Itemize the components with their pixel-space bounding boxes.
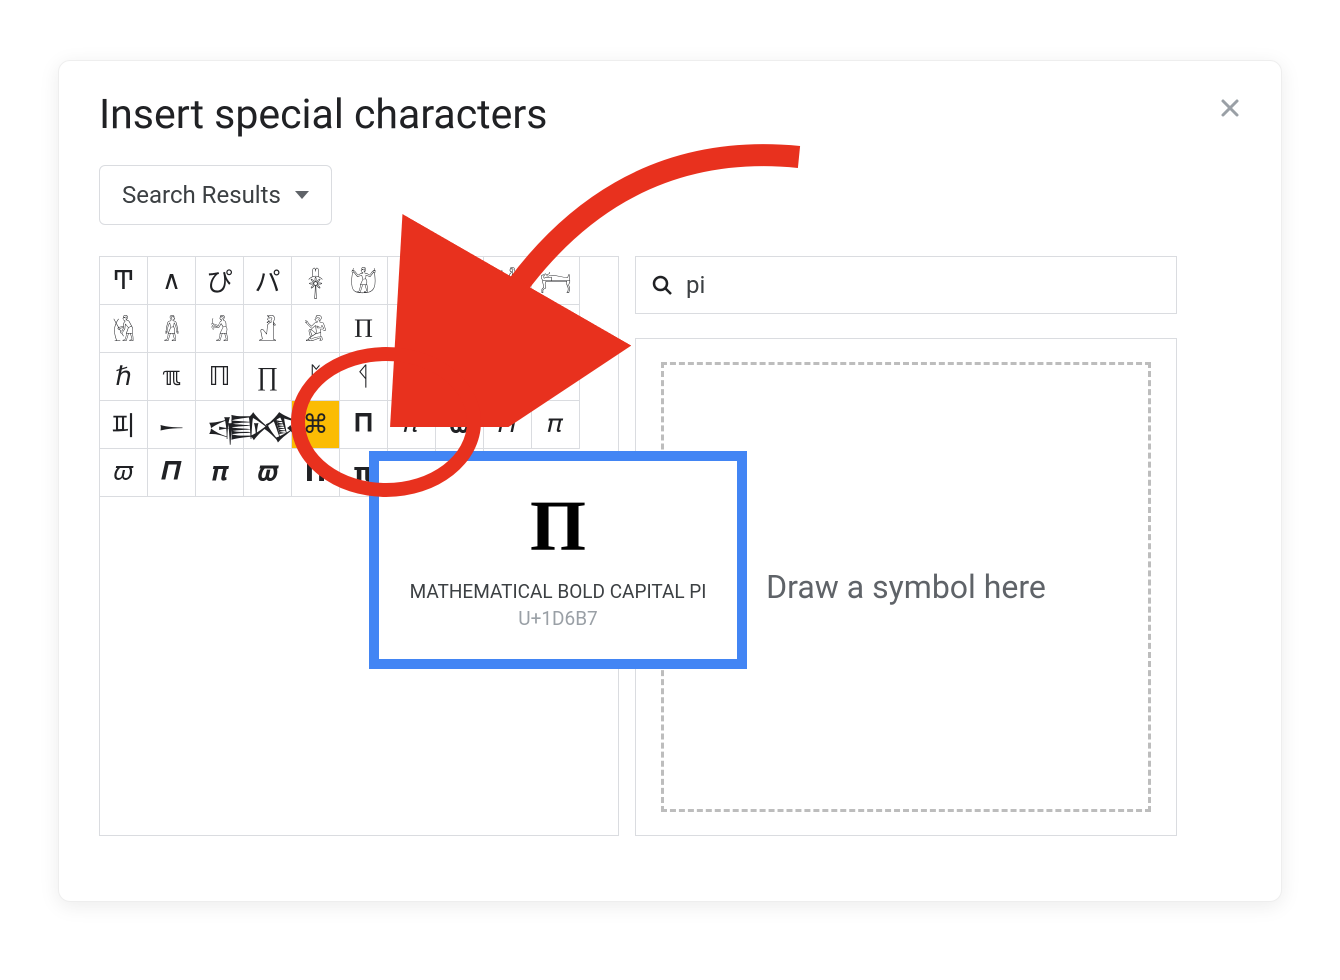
tooltip-glyph: Π (530, 490, 586, 562)
character-cell[interactable]: 𝜛 (100, 449, 148, 497)
character-cell[interactable]: 𝛡 (436, 401, 484, 449)
character-cell[interactable]: ▶ (484, 353, 532, 401)
character-cell[interactable]: ℿ (196, 353, 244, 401)
character-cell[interactable]: 𝜫 (148, 449, 196, 497)
character-cell[interactable]: 𝝅 (196, 449, 244, 497)
character-cell[interactable]: 𓋈 (292, 257, 340, 305)
character-cell[interactable]: ℼ (148, 353, 196, 401)
character-cell[interactable]: 𝝕 (244, 449, 292, 497)
character-cell[interactable]: パ (244, 257, 292, 305)
character-cell[interactable]: ℏ (100, 353, 148, 401)
character-cell[interactable]: Ͳ (100, 257, 148, 305)
character-cell[interactable]: 𓁆 (148, 305, 196, 353)
character-cell[interactable]: ᛈ (292, 353, 340, 401)
character-cell[interactable]: π (388, 305, 436, 353)
character-cell[interactable]: 𝛱 (484, 401, 532, 449)
character-cell[interactable]: ϖ (436, 305, 484, 353)
character-cell[interactable]: Π (340, 305, 388, 353)
close-button[interactable] (1213, 91, 1247, 125)
character-cell[interactable]: ⌘ (292, 401, 340, 449)
character-cell[interactable]: 𓀂 (292, 305, 340, 353)
search-icon (650, 273, 674, 297)
draw-placeholder: Draw a symbol here (766, 568, 1046, 606)
tooltip-name: MATHEMATICAL BOLD CAPITAL PI (410, 580, 707, 603)
character-cell[interactable]: ᛄ (436, 353, 484, 401)
tooltip-codepoint: U+1D6B7 (518, 607, 597, 630)
character-cell[interactable]: 𓁃 (100, 305, 148, 353)
character-cell[interactable]: 𓀼 (484, 257, 532, 305)
character-cell[interactable]: ∏ (244, 353, 292, 401)
category-dropdown[interactable]: Search Results (99, 165, 332, 225)
character-cell[interactable]: ぴ (196, 257, 244, 305)
special-characters-dialog: Insert special characters Search Results… (58, 60, 1282, 902)
character-cell[interactable]: 𓀭 (436, 257, 484, 305)
character-cell[interactable]: 𒁃 (244, 401, 292, 449)
character-cell[interactable]: 𝜋 (532, 401, 580, 449)
search-input[interactable] (684, 270, 1162, 300)
character-tooltip: Π MATHEMATICAL BOLD CAPITAL PI U+1D6B7 (369, 451, 747, 669)
character-cell[interactable]: 𒀸 (148, 401, 196, 449)
search-box[interactable] (635, 256, 1177, 314)
character-cell[interactable]: п (532, 305, 580, 353)
character-cell[interactable]: 𓀜 (196, 305, 244, 353)
character-cell[interactable]: ∧ (148, 257, 196, 305)
chevron-down-icon (295, 191, 309, 199)
character-cell[interactable]: 𝚷 (340, 401, 388, 449)
character-cell[interactable]: 𓀯 (244, 305, 292, 353)
character-cell[interactable]: 𝝥 (292, 449, 340, 497)
dialog-title: Insert special characters (99, 91, 547, 139)
character-cell[interactable]: 𝜋 (388, 401, 436, 449)
character-cell[interactable]: ᛰ (388, 353, 436, 401)
character-cell[interactable]: 𓀓 (388, 257, 436, 305)
character-cell[interactable]: 피 (100, 401, 148, 449)
character-cell[interactable]: 𓁀 (532, 257, 580, 305)
dropdown-label: Search Results (122, 181, 281, 209)
character-cell[interactable]: 𓀪 (340, 257, 388, 305)
close-icon (1218, 96, 1242, 120)
character-cell[interactable]: ዋ (532, 353, 580, 401)
character-cell[interactable]: ᛩ (340, 353, 388, 401)
character-cell[interactable]: Ⅎ (484, 305, 532, 353)
